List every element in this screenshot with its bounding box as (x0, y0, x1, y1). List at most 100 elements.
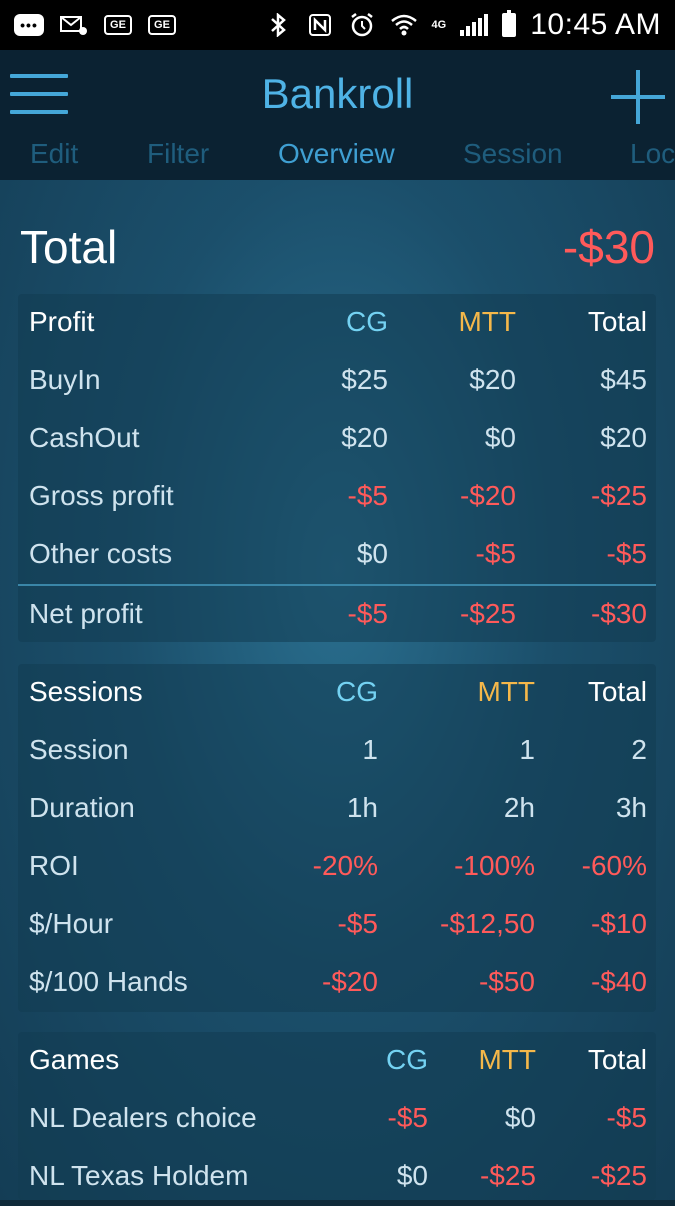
cell-mtt: $0 (484, 422, 516, 453)
voicemail-icon (60, 14, 88, 36)
sessions-title: Sessions (29, 676, 143, 707)
cell-mtt: $0 (504, 1102, 536, 1133)
cell-cg: -$20 (321, 966, 378, 997)
table-row: Duration 1h 2h 3h (18, 780, 656, 838)
row-label: Gross profit (29, 480, 174, 511)
cell-total: -$5 (606, 1102, 647, 1133)
tab-session[interactable]: Session (463, 138, 563, 170)
games-header-row: Games CG MTT Total (18, 1032, 656, 1090)
column-total: Total (587, 676, 647, 707)
alarm-icon (348, 13, 376, 37)
cell-cg: -$5 (347, 480, 388, 511)
ge-icon: GE (148, 15, 176, 35)
nfc-icon (306, 14, 334, 36)
app-title: Bankroll (261, 70, 414, 117)
cell-mtt: 2h (503, 792, 535, 823)
cell-cg: $20 (341, 422, 388, 453)
games-card: Games CG MTT Total NL Dealers choice -$5… (18, 1032, 656, 1200)
cell-mtt: 1 (519, 734, 535, 765)
chat-icon: ••• (14, 14, 44, 36)
table-row: CashOut $20 $0 $20 (18, 410, 656, 468)
table-row: Session 1 1 2 (18, 722, 656, 780)
column-total: Total (587, 306, 647, 337)
cell-cg: -20% (312, 850, 378, 881)
cell-total: 2 (631, 734, 647, 765)
table-row: $/Hour -$5 -$12,50 -$10 (18, 896, 656, 954)
cell-total: -$30 (590, 598, 647, 629)
cell-mtt: -$5 (475, 538, 516, 569)
profit-title: Profit (29, 306, 95, 337)
cell-total: -60% (581, 850, 647, 881)
status-bar: ••• GE GE 4G 10:45 AM (0, 0, 675, 50)
ge-icon: GE (104, 15, 132, 35)
cell-mtt: $20 (469, 364, 516, 395)
wifi-icon (390, 14, 418, 36)
row-label: Session (29, 734, 129, 765)
cell-cg: $0 (396, 1160, 428, 1191)
column-cg: CG (386, 1044, 428, 1075)
cell-total: -$25 (590, 480, 647, 511)
cell-total: 3h (615, 792, 647, 823)
profit-header-row: Profit CG MTT Total (18, 294, 656, 352)
table-row[interactable]: NL Dealers choice -$5 $0 -$5 (18, 1090, 656, 1148)
network-type: 4G (431, 19, 447, 31)
plus-icon[interactable] (611, 70, 665, 124)
row-label: Other costs (29, 538, 173, 569)
table-row: BuyIn $25 $20 $45 (18, 352, 656, 410)
cell-mtt: -$20 (459, 480, 516, 511)
cell-total: $20 (600, 422, 647, 453)
total-summary: Total -$30 (20, 220, 655, 276)
row-label: NL Texas Holdem (29, 1160, 249, 1191)
column-mtt: MTT (458, 306, 516, 337)
table-row[interactable]: NL Texas Holdem $0 -$25 -$25 (18, 1148, 656, 1206)
total-label: Total (20, 221, 118, 273)
cell-mtt: -$12,50 (440, 908, 535, 939)
cell-cg: 1 (362, 734, 378, 765)
games-title: Games (29, 1044, 120, 1075)
tab-filter[interactable]: Filter (147, 138, 209, 170)
cell-total: -$5 (606, 538, 647, 569)
tab-bar: Edit Filter Overview Session Loc (0, 138, 675, 180)
row-label: ROI (29, 850, 79, 881)
battery-icon (502, 10, 517, 37)
row-label: NL Dealers choice (29, 1102, 257, 1133)
bluetooth-icon (264, 13, 292, 37)
cell-cg: -$5 (387, 1102, 428, 1133)
column-mtt: MTT (477, 676, 535, 707)
cell-mtt: -$25 (479, 1160, 536, 1191)
app-bar: Bankroll Edit Filter Overview Session Lo… (0, 50, 675, 180)
sessions-card: Sessions CG MTT Total Session 1 1 2 Dura… (18, 664, 656, 1012)
row-label: Duration (29, 792, 135, 823)
table-row: ROI -20% -100% -60% (18, 838, 656, 896)
cell-total: -$10 (590, 908, 647, 939)
cell-total: -$40 (590, 966, 647, 997)
cell-cg: $0 (356, 538, 388, 569)
cell-mtt: -$50 (478, 966, 535, 997)
table-row: $/100 Hands -$20 -$50 -$40 (18, 954, 656, 1012)
cell-mtt: -100% (454, 850, 535, 881)
tab-location[interactable]: Loc (630, 138, 675, 170)
cell-cg: 1h (346, 792, 378, 823)
table-row: Net profit -$5 -$25 -$30 (18, 586, 656, 644)
profit-card: Profit CG MTT Total BuyIn $25 $20 $45 Ca… (18, 294, 656, 642)
column-cg: CG (336, 676, 378, 707)
tab-overview[interactable]: Overview (278, 138, 395, 170)
column-cg: CG (346, 306, 388, 337)
cell-total: $45 (600, 364, 647, 395)
row-label: $/100 Hands (29, 966, 188, 997)
tab-edit[interactable]: Edit (30, 138, 78, 170)
cell-mtt: -$25 (459, 598, 516, 629)
signal-icon (460, 14, 489, 36)
sessions-header-row: Sessions CG MTT Total (18, 664, 656, 722)
cell-cg: -$5 (337, 908, 378, 939)
row-label: CashOut (29, 422, 140, 453)
table-row: Gross profit -$5 -$20 -$25 (18, 468, 656, 526)
table-row: Other costs $0 -$5 -$5 (18, 526, 656, 584)
cell-total: -$25 (590, 1160, 647, 1191)
overview-content: Total -$30 Profit CG MTT Total BuyIn $25… (0, 180, 675, 1200)
row-label: Net profit (29, 598, 143, 629)
column-mtt: MTT (478, 1044, 536, 1075)
column-total: Total (587, 1044, 647, 1075)
row-label: $/Hour (29, 908, 114, 939)
clock: 10:45 AM (530, 8, 661, 41)
